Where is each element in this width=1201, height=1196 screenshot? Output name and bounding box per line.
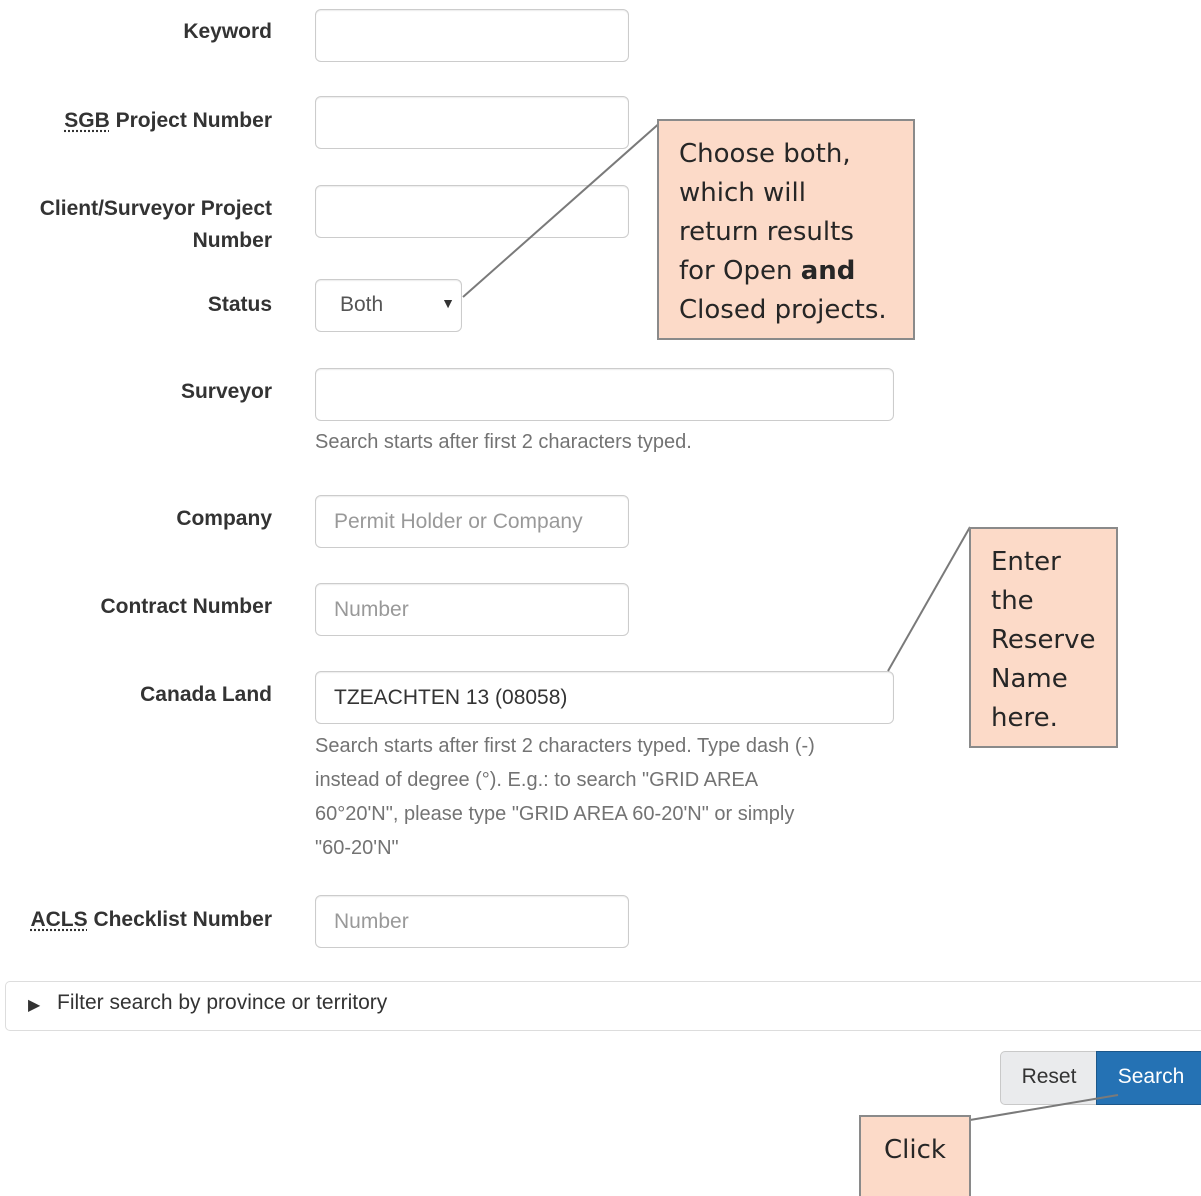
status-label: Status bbox=[207, 293, 272, 316]
keyword-label: Keyword bbox=[183, 20, 272, 43]
company-input[interactable] bbox=[315, 495, 629, 548]
surveyor-input[interactable] bbox=[315, 368, 894, 421]
surveyor-help-text: Search starts after first 2 characters t… bbox=[315, 431, 692, 453]
canada-land-label: Canada Land bbox=[140, 683, 272, 706]
status-callout-line4-pre: for Open bbox=[679, 256, 801, 286]
acls-checklist-number-input[interactable] bbox=[315, 895, 629, 948]
company-label: Company bbox=[176, 507, 272, 530]
canada-land-help-text: Search starts after first 2 characters t… bbox=[315, 729, 815, 865]
status-callout-line1: Choose both, bbox=[679, 139, 851, 169]
client-project-number-label: Client/Surveyor Project Number bbox=[2, 193, 272, 257]
canada-land-callout-line5: here. bbox=[991, 703, 1058, 733]
contract-number-label: Contract Number bbox=[100, 595, 272, 618]
canada-land-input[interactable] bbox=[315, 671, 894, 724]
search-button[interactable]: Search bbox=[1096, 1051, 1201, 1105]
acls-abbr: ACLS bbox=[30, 908, 88, 931]
status-callout-line5: Closed projects. bbox=[679, 295, 887, 325]
dropdown-caret-icon: ▼ bbox=[441, 295, 455, 311]
canada-land-help-line4: "60-20'N" bbox=[315, 837, 399, 859]
client-label-line1: Client/Surveyor Project bbox=[39, 197, 272, 220]
canada-land-help-line3: 60°20'N", please type "GRID AREA 60-20'N… bbox=[315, 803, 795, 825]
client-project-number-input[interactable] bbox=[315, 185, 629, 238]
keyword-input[interactable] bbox=[315, 9, 629, 62]
canada-land-help-line1: Search starts after first 2 characters t… bbox=[315, 735, 815, 757]
canada-land-callout-line3: Reserve bbox=[991, 625, 1096, 655]
filter-province-toggle[interactable]: ▶ Filter search by province or territory bbox=[5, 981, 1201, 1031]
surveyor-label: Surveyor bbox=[180, 380, 272, 403]
search-form-page: Keyword SGB Project Number Client/Survey… bbox=[0, 0, 1201, 1196]
status-callout-line3: return results bbox=[679, 217, 854, 247]
canada-land-callout: Enter the Reserve Name here. bbox=[969, 527, 1118, 748]
status-select[interactable]: Both ▼ bbox=[315, 279, 462, 332]
search-callout: Click bbox=[859, 1115, 971, 1196]
canada-land-callout-line1: Enter bbox=[991, 547, 1061, 577]
status-callout-line4: for Open and bbox=[679, 252, 893, 291]
client-label-line2: Number bbox=[192, 229, 272, 252]
contract-number-input[interactable] bbox=[315, 583, 629, 636]
sgb-abbr: SGB bbox=[64, 109, 110, 132]
status-callout-line4-bold: and bbox=[800, 256, 856, 286]
status-callout: Choose both, which will return results f… bbox=[657, 119, 915, 340]
canada-land-callout-line2: the bbox=[991, 586, 1034, 616]
search-callout-line1: Click bbox=[884, 1135, 946, 1165]
reset-button[interactable]: Reset bbox=[1000, 1051, 1097, 1105]
acls-label-rest: Checklist Number bbox=[87, 908, 272, 931]
sgb-project-number-input[interactable] bbox=[315, 96, 629, 149]
canada-land-callout-leader bbox=[887, 526, 971, 672]
canada-land-callout-line4: Name bbox=[991, 664, 1068, 694]
status-selected-value: Both bbox=[340, 293, 384, 316]
expand-triangle-icon: ▶ bbox=[28, 997, 41, 1014]
acls-checklist-number-label: ACLS Checklist Number bbox=[0, 904, 272, 936]
filter-province-label: Filter search by province or territory bbox=[57, 991, 388, 1014]
status-callout-line2: which will bbox=[679, 178, 806, 208]
sgb-project-number-label: SGB Project Number bbox=[2, 105, 272, 137]
canada-land-help-line2: instead of degree (°). E.g.: to search "… bbox=[315, 769, 759, 791]
sgb-label-rest: Project Number bbox=[109, 109, 272, 132]
